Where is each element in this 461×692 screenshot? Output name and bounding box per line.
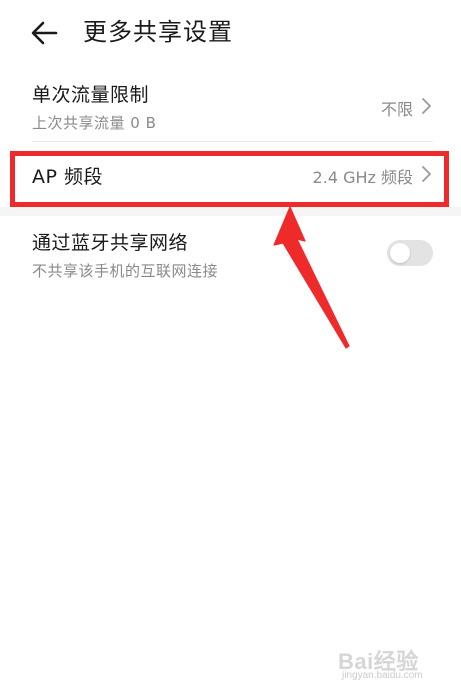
bluetooth-share-row[interactable]: 通过蓝牙共享网络 不共享该手机的互联网连接	[0, 216, 461, 292]
page-title: 更多共享设置	[83, 18, 233, 46]
red-arrow-annotation	[273, 206, 350, 349]
watermark-logo: Bai经验 jingyan.baidu.com	[330, 644, 450, 686]
section-divider	[0, 207, 461, 216]
chevron-right-icon	[419, 97, 433, 115]
app-header: 更多共享设置	[0, 0, 461, 66]
traffic-limit-title: 单次流量限制	[32, 84, 150, 106]
watermark-url: jingyan.baidu.com	[342, 670, 423, 681]
arrow-left-icon	[31, 21, 58, 45]
back-button[interactable]	[26, 16, 62, 52]
bluetooth-share-toggle[interactable]	[387, 240, 433, 266]
toggle-knob	[390, 243, 410, 263]
highlight-box-annotation	[10, 151, 449, 207]
traffic-limit-row[interactable]: 单次流量限制 上次共享流量 0 B 不限	[0, 70, 461, 140]
traffic-limit-subtitle: 上次共享流量 0 B	[32, 114, 157, 132]
traffic-limit-value: 不限	[380, 100, 413, 119]
bluetooth-share-subtitle: 不共享该手机的互联网连接	[32, 262, 219, 280]
bluetooth-share-title: 通过蓝牙共享网络	[32, 232, 189, 254]
